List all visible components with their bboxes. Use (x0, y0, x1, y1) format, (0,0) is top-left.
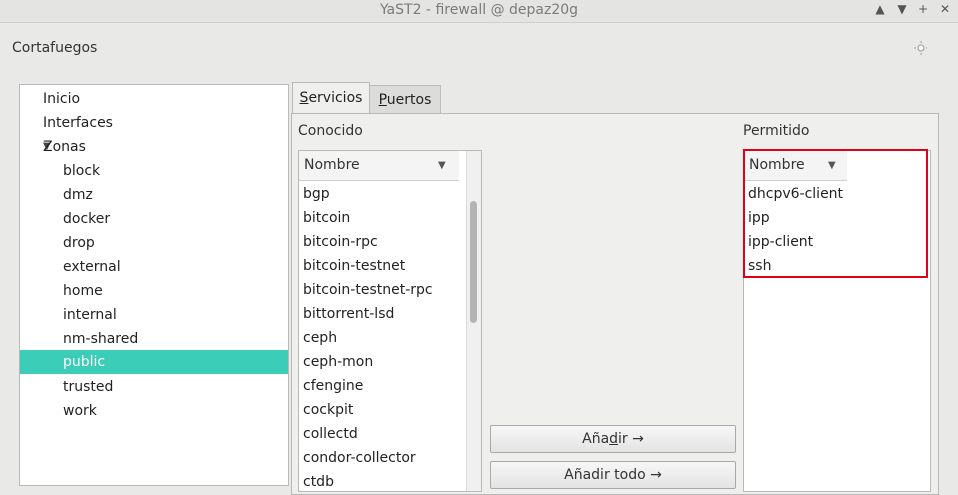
known-column-header[interactable]: Nombre ▼ (299, 151, 459, 181)
list-item[interactable]: ipp-client (748, 230, 813, 254)
arrow-up-icon[interactable]: ▲ (872, 2, 888, 16)
list-item[interactable]: cockpit (303, 398, 353, 422)
tree-item-docker[interactable]: docker (20, 207, 288, 231)
window-title: YaST2 - firewall @ depaz20g (379, 2, 579, 18)
list-item[interactable]: bittorrent-lsd (303, 302, 394, 326)
tree-item-interfaces[interactable]: Interfaces (20, 111, 288, 135)
tree-item-external[interactable]: external (20, 255, 288, 279)
tab-servicios[interactable]: Servicios (292, 82, 370, 113)
list-item[interactable]: ipp (748, 206, 770, 230)
tab-puertos[interactable]: Puertos (369, 85, 441, 114)
page-title: Cortafuegos (12, 40, 98, 56)
list-item[interactable]: bitcoin-testnet-rpc (303, 278, 433, 302)
tree-item-internal[interactable]: internal (20, 303, 288, 327)
plus-icon[interactable]: + (915, 2, 931, 16)
known-services-list[interactable]: Nombre ▼ bgp bitcoin bitcoin-rpc bitcoin… (298, 150, 482, 492)
scrollbar-thumb[interactable] (470, 201, 477, 323)
tree-item-zonas[interactable]: ▼ Zonas (20, 135, 288, 159)
list-item[interactable]: bitcoin (303, 206, 350, 230)
allowed-services-list[interactable]: Nombre ▼ dhcpv6-client ipp ipp-client ss… (743, 150, 931, 492)
list-item[interactable]: ceph-mon (303, 350, 373, 374)
known-label: Conocido (298, 123, 363, 139)
list-item[interactable]: bgp (303, 182, 330, 206)
known-list-scrollbar[interactable] (466, 151, 481, 491)
sort-arrow-icon[interactable]: ▼ (828, 151, 836, 180)
day-night-toggle-icon[interactable] (914, 40, 938, 56)
navigation-tree[interactable]: Inicio Interfaces ▼ Zonas block dmz dock… (19, 84, 289, 486)
tree-item-work[interactable]: work (20, 399, 288, 423)
tree-item-home[interactable]: home (20, 279, 288, 303)
allowed-label: Permitido (743, 123, 810, 139)
list-item[interactable]: condor-collector (303, 446, 416, 470)
list-item[interactable]: dhcpv6-client (748, 182, 843, 206)
tree-item-inicio[interactable]: Inicio (20, 87, 288, 111)
tree-item-trusted[interactable]: trusted (20, 375, 288, 399)
close-icon[interactable]: ✕ (937, 2, 953, 16)
list-item[interactable]: bitcoin-rpc (303, 230, 378, 254)
add-button[interactable]: Añadir → (490, 425, 736, 453)
list-item[interactable]: ssh (748, 254, 771, 278)
add-all-button[interactable]: Añadir todo → (490, 461, 736, 489)
list-item[interactable]: collectd (303, 422, 358, 446)
tree-item-drop[interactable]: drop (20, 231, 288, 255)
tree-item-public[interactable]: public (20, 350, 288, 374)
tree-item-nm-shared[interactable]: nm-shared (20, 327, 288, 351)
window-titlebar: YaST2 - firewall @ depaz20g ▲ ▼ + ✕ (0, 0, 958, 23)
arrow-down-icon[interactable]: ▼ (894, 2, 910, 16)
allowed-column-header[interactable]: Nombre ▼ (744, 151, 847, 181)
list-item[interactable]: ctdb (303, 470, 334, 491)
list-item[interactable]: cfengine (303, 374, 363, 398)
list-item[interactable]: ceph (303, 326, 337, 350)
sort-arrow-icon[interactable]: ▼ (438, 151, 446, 180)
tree-item-dmz[interactable]: dmz (20, 183, 288, 207)
list-item[interactable]: bitcoin-testnet (303, 254, 405, 278)
tree-item-block[interactable]: block (20, 159, 288, 183)
